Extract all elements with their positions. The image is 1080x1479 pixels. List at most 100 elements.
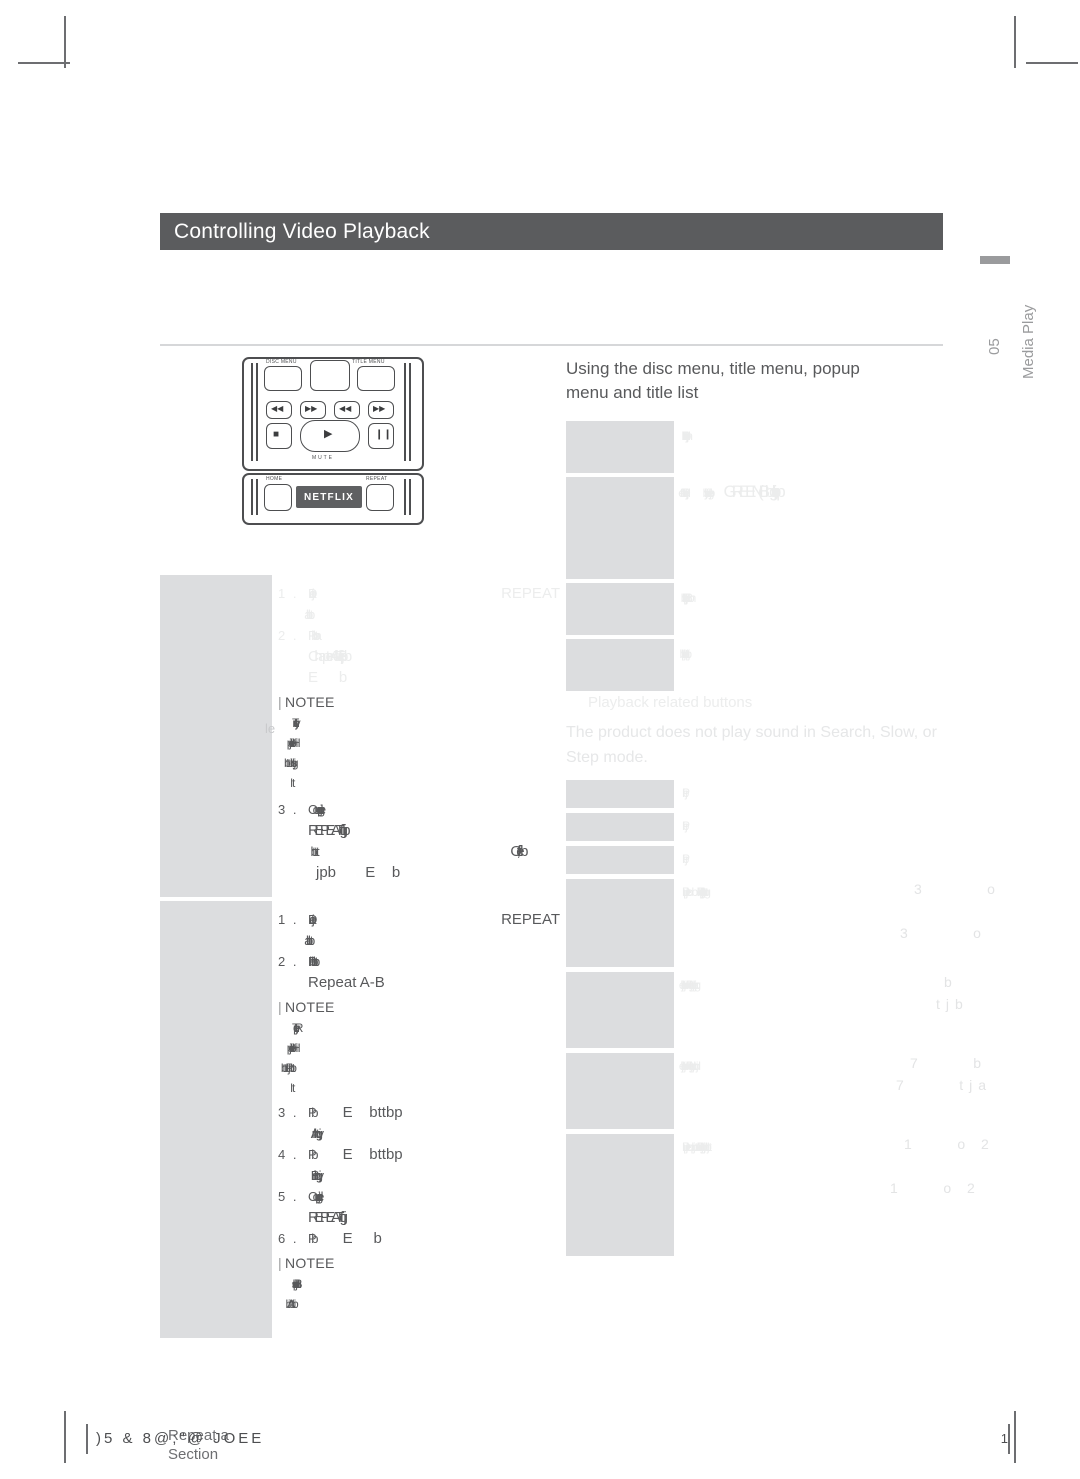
section-divider [160, 344, 943, 346]
footer-rule-right [1008, 1424, 1010, 1454]
table-row-label [566, 477, 674, 579]
footer-left-text: )5 & 8@;"@ JOEE [96, 1430, 265, 1447]
note-heading: | NOTEE [278, 1255, 560, 1271]
crop-mark-top-left-v [64, 16, 66, 68]
table-row-label [566, 583, 674, 635]
note-heading: | NOTEE [278, 999, 560, 1015]
mute-label: M U T E [312, 455, 333, 461]
step-item-cont: jpb E b [278, 862, 560, 883]
table-row-content: Pjbttb jptbBbn [682, 587, 961, 609]
right-column: Using the disc menu, title menu, popup m… [566, 357, 995, 1256]
note-list-item: bittibA [278, 1294, 560, 1314]
step-item-cont: btttab [278, 604, 560, 625]
remote-rail-right-2 [409, 363, 411, 461]
disc-menu-button[interactable] [264, 366, 302, 391]
left-cell-repeat-playback [160, 575, 272, 897]
side-tab-number: 05 [986, 338, 1003, 356]
table-row-label [566, 1053, 674, 1129]
step-text-line2: REPEATfgj [308, 1209, 347, 1226]
row-line: b [691, 885, 698, 899]
left-steps-section-2: 1 . Djeta REPEAT btttab 2 . Pbbtttb Repe… [278, 909, 560, 1314]
disc-menu-label: DISC MENU [266, 359, 297, 365]
step-number: 3 . [278, 802, 299, 817]
table-row-content: Pjb [682, 815, 961, 837]
page-title-band: Controlling Video Playback [160, 213, 943, 250]
note-heading-glyph: E [325, 999, 335, 1015]
step-item-cont: bgyjtiniB [278, 1165, 560, 1186]
stop-icon: ■ [273, 429, 280, 440]
disc-menu-table: Djettb jditBbn Djettb jdittfen fyjbbdgje… [566, 421, 961, 691]
note-heading: | NOTEE [278, 694, 560, 710]
row-value: 7 tja [896, 1077, 993, 1093]
footer-page-number: 1 [1000, 1431, 1008, 1446]
table-row-label [566, 421, 674, 473]
step-text-line2: btttab [308, 930, 560, 951]
note-list-item: tb jPbtitttb [278, 1058, 560, 1078]
step-item-cont: ChapterAll o Titlejpb [278, 646, 560, 667]
crop-mark-top-left-h [18, 62, 70, 64]
footer-rule-left [86, 1424, 88, 1454]
step-item-cont: REPEATfgjb [278, 820, 560, 841]
fast-forward-icon: ▶▶ [373, 404, 386, 413]
table-row-label [566, 813, 674, 841]
left-stray-text: le [265, 721, 276, 736]
center-menu-button[interactable] [310, 360, 350, 391]
home-label: HOME [266, 476, 283, 482]
note-list-item: Hifijpeb [278, 733, 560, 753]
note-item-text: TeyjufpR [292, 1021, 304, 1035]
title-menu-button[interactable] [357, 366, 395, 391]
step-item-cont: REPEATfgj [278, 1207, 560, 1228]
page-title: Controlling Video Playback [174, 219, 430, 243]
row-line: jditBbn [686, 429, 695, 443]
table-row-content: Pjb [682, 782, 961, 804]
next-track-icon: ▶▶ [305, 404, 318, 413]
netflix-button[interactable]: NETFLIX [296, 486, 362, 508]
row-value: 1 o 2 [904, 1136, 995, 1152]
right-heading-1: Using the disc menu, title menu, popup m… [566, 357, 961, 405]
table-row-content: Djettb jditBbn [682, 425, 961, 447]
remote-rail-left-3 [251, 479, 253, 515]
note-list-item: tl [278, 773, 560, 793]
row-value: 3 o [914, 881, 1001, 897]
step-item-cont: E b [278, 667, 560, 688]
row-line: jptbBbn [685, 591, 697, 605]
row-line: Djettb [682, 429, 689, 443]
table-row-label [566, 972, 674, 1048]
row-line: Pjb [682, 852, 690, 866]
rewind-icon: ◀◀ [339, 404, 352, 413]
home-button[interactable] [264, 484, 292, 511]
step-text-frag: Ooudtgjpe [308, 1189, 324, 1204]
crop-mark-top-right-v [1014, 16, 1016, 68]
step-number: 6 . [278, 1231, 299, 1246]
row-line: djpettbb [682, 647, 690, 661]
row-line: ttthjpbbg [705, 885, 709, 899]
row-line: Pfbgjeb [696, 885, 707, 899]
step-text-mid: E bttbp [342, 1104, 403, 1121]
step-text-frag: Pb [308, 1231, 318, 1246]
step-item-cont: tttb Off,eb [278, 841, 560, 862]
step-item: 2 . Pbbtttb [278, 951, 560, 972]
step-number: 1 . [278, 586, 299, 601]
remote-rail-right-4 [409, 479, 411, 515]
step-number: 4 . [278, 1147, 299, 1162]
row-line: jptbkg [694, 978, 700, 992]
left-cell-repeat-section: Repeat a Section [160, 901, 272, 1463]
step-text-frag: Pbbtba [308, 628, 322, 643]
step-item: 3 . Ooudgjpe [278, 799, 560, 820]
prev-track-icon: ◀◀ [271, 404, 284, 413]
repeat-button[interactable] [366, 484, 394, 511]
repeat-label: REPEAT [366, 476, 388, 482]
step-text-line2: Repeat A-B [308, 974, 385, 991]
step-text-line2: bgyjtiniA [308, 1123, 560, 1144]
note-list-item: Teyjufsfr [278, 713, 560, 733]
table-row-content: Djettb jdittfen fyjbbdgjeb GREEN (Bbgjtb… [682, 481, 961, 504]
row-value: b [944, 974, 958, 990]
table-row-label [566, 846, 674, 874]
row-value: 3 o [900, 925, 987, 941]
note-list-item: Hifijpeb [278, 1038, 560, 1058]
step-item-cont: btttab [278, 930, 560, 951]
right-paragraph: The product does not play sound in Searc… [566, 724, 937, 766]
row-line: fyjbbdgjeb [705, 486, 715, 500]
remote-rail-left-4 [256, 479, 258, 515]
step-number: 5 . [278, 1189, 299, 1204]
